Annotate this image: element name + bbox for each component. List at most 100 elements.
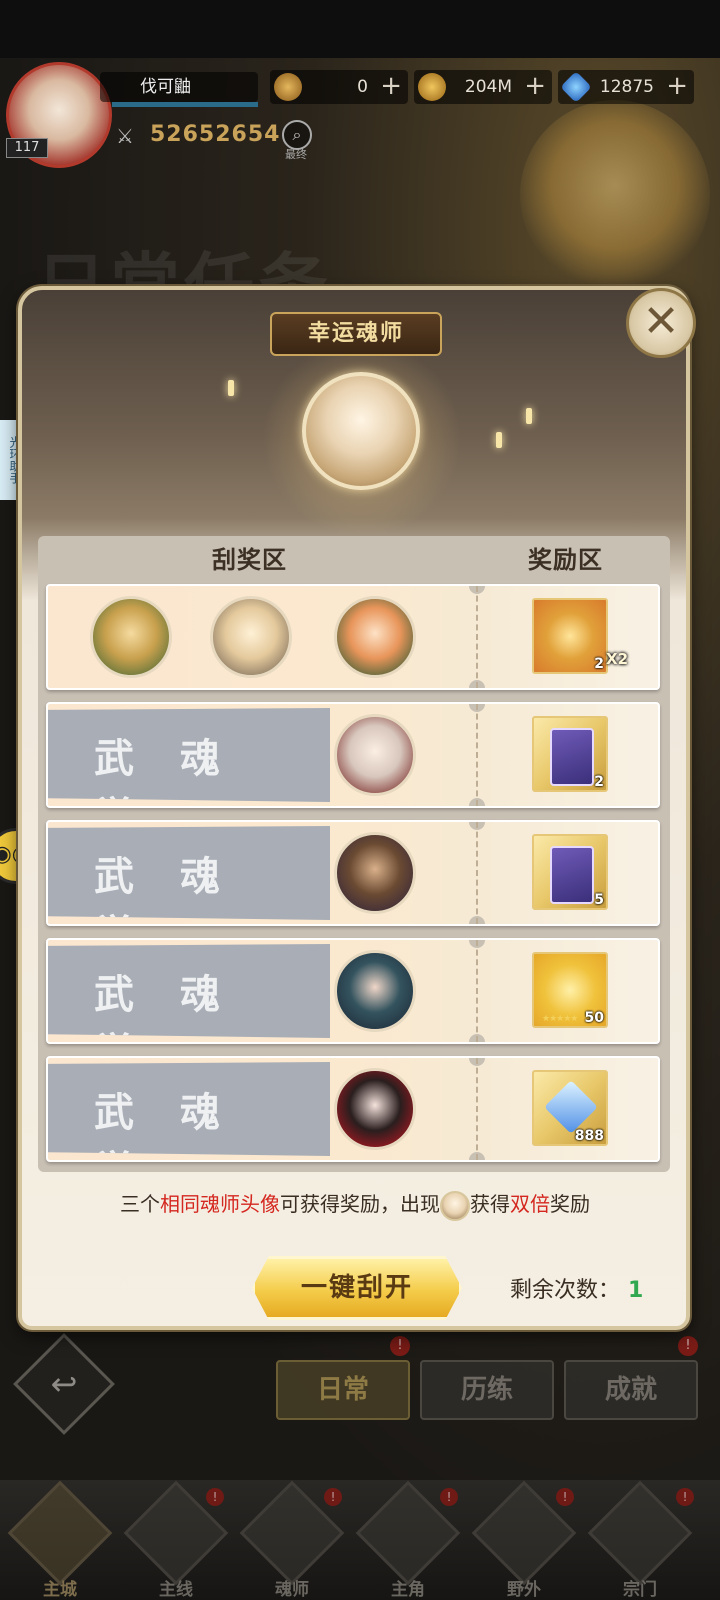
scratch-zone-label: 刮奖区 — [212, 546, 287, 574]
back-arrow-icon: ↩ — [50, 1365, 78, 1403]
nav-label: 魂师 — [275, 1580, 309, 1600]
purple-card-icon: 2 — [532, 716, 608, 792]
scratch-cover[interactable]: 武魂觉 — [48, 944, 330, 1038]
sparkle — [228, 380, 234, 396]
nav-main-city[interactable]: 主城 — [7, 1480, 113, 1600]
remaining-attempts: 剩余次数： 1 — [510, 1272, 643, 1304]
soul-master-avatar — [334, 596, 416, 678]
tab-achievement[interactable]: 成就 — [564, 1360, 698, 1420]
soul-master-avatar — [334, 714, 416, 796]
notification-badge: ! — [678, 1336, 698, 1356]
scratch-ticket-row[interactable]: 武魂觉 ★★★★★ 50 — [46, 938, 660, 1044]
remaining-label: 剩余次数： — [510, 1278, 621, 1303]
sparkle — [526, 408, 532, 424]
add-resource-button[interactable]: + — [524, 70, 546, 102]
tab-daily[interactable]: 日常 — [276, 1360, 410, 1420]
scratch-cover[interactable]: 武魂觉 — [48, 1062, 330, 1156]
player-level: 117 — [6, 138, 48, 158]
resource-value: 204M — [464, 77, 512, 97]
scratch-ticket-row[interactable]: 武魂觉 888 — [46, 1056, 660, 1162]
resource-value: 12875 — [599, 77, 654, 97]
ticket-divider — [476, 822, 478, 924]
notification-badge: ! — [324, 1488, 342, 1506]
tip-highlight: 双倍 — [510, 1192, 550, 1216]
status-bar — [0, 0, 720, 58]
scratch-cover-text: 武魂觉 — [94, 853, 266, 920]
soul-master-avatar — [334, 1068, 416, 1150]
scratch-ticket-row[interactable]: 武魂觉 5 — [46, 820, 660, 926]
soul-master-avatar — [90, 596, 172, 678]
reward-count: 5 — [594, 892, 604, 908]
scratch-cover-text: 武魂觉 — [94, 971, 266, 1038]
crossed-swords-icon: ⚔ — [116, 124, 134, 148]
notification-badge: ! — [390, 1336, 410, 1356]
ticket-divider — [476, 586, 478, 688]
soul-master-avatar — [210, 596, 292, 678]
player-name: 伐可鼬 — [100, 72, 258, 102]
soul-master-avatar — [334, 832, 416, 914]
coin-icon: 2 — [532, 598, 608, 674]
resource-soul-coin: 0 + — [270, 70, 408, 104]
resource-gold: 204M + — [414, 70, 552, 104]
reward-rule-tip: 三个相同魂师头像可获得奖励，出现 获得双倍奖励 — [40, 1188, 670, 1221]
add-resource-button[interactable]: + — [380, 70, 402, 102]
scratch-cover[interactable]: 武魂觉 — [48, 826, 330, 920]
reward-zone-label: 奖励区 — [528, 546, 603, 574]
ticket-divider — [476, 704, 478, 806]
tip-highlight: 相同魂师头像 — [160, 1192, 280, 1216]
scratch-ticket-row[interactable]: 2 X2 — [46, 584, 660, 690]
exp-bar — [112, 102, 258, 107]
resource-value: 0 — [357, 77, 368, 97]
reward-count: 2 — [594, 656, 604, 672]
tip-text: 奖励 — [550, 1192, 590, 1216]
tip-text: 三个 — [120, 1192, 160, 1216]
remaining-value: 1 — [628, 1278, 644, 1303]
star-rating: ★★★★★ — [542, 1014, 578, 1024]
nav-soul-master[interactable]: 魂师 — [239, 1480, 345, 1600]
notification-badge: ! — [206, 1488, 224, 1506]
lucky-soul-master-portrait — [302, 372, 420, 490]
lucky-master-mini-avatar — [440, 1190, 470, 1221]
ticket-divider — [476, 1058, 478, 1160]
close-button[interactable]: ✕ — [626, 288, 696, 358]
nav-sect[interactable]: 宗门 — [587, 1480, 693, 1600]
nav-label: 野外 — [507, 1580, 541, 1600]
nav-label: 主线 — [159, 1580, 193, 1600]
purple-card-icon: 5 — [532, 834, 608, 910]
reward-count: 2 — [594, 774, 604, 790]
combat-power: 52652654 — [150, 122, 281, 147]
notification-badge: ! — [676, 1488, 694, 1506]
soul-master-avatar — [334, 950, 416, 1032]
scratch-ticket-row[interactable]: 武魂觉 2 — [46, 702, 660, 808]
tab-training[interactable]: 历练 — [420, 1360, 554, 1420]
scratch-cover[interactable]: 武魂觉 — [48, 708, 330, 802]
castle-icon — [7, 1480, 113, 1586]
nav-label: 主角 — [391, 1580, 425, 1600]
gold-coin-icon — [418, 73, 446, 101]
ticket-divider — [476, 940, 478, 1042]
nav-label: 主城 — [43, 1580, 77, 1600]
soul-coin-icon — [274, 73, 302, 101]
reward-count: 50 — [584, 1010, 604, 1026]
nav-wild[interactable]: 野外 — [471, 1480, 577, 1600]
nav-protagonist[interactable]: 主角 — [355, 1480, 461, 1600]
notification-badge: ! — [440, 1488, 458, 1506]
scratch-all-button[interactable]: 一键刮开 — [252, 1256, 462, 1320]
diamond-icon: 888 — [532, 1070, 608, 1146]
background-character — [520, 100, 710, 290]
notification-badge: ! — [556, 1488, 574, 1506]
add-resource-button[interactable]: + — [666, 70, 688, 102]
reward-multiplier: X2 — [606, 650, 629, 668]
resource-diamond: 12875 + — [558, 70, 694, 104]
tip-text: 获得 — [470, 1192, 510, 1216]
gold-crystal-icon: ★★★★★ 50 — [532, 952, 608, 1028]
nav-main-line[interactable]: 主线 — [123, 1480, 229, 1600]
dialog-title: 幸运魂师 — [270, 312, 442, 356]
reward-count: 888 — [574, 1128, 604, 1144]
sparkle — [496, 432, 502, 448]
search-label: 最终 — [285, 148, 307, 161]
nav-label: 宗门 — [623, 1580, 657, 1600]
diamond-icon — [560, 71, 592, 103]
scratch-cover-text: 武魂觉 — [94, 735, 266, 802]
tip-text: 可获得奖励，出现 — [280, 1192, 440, 1216]
